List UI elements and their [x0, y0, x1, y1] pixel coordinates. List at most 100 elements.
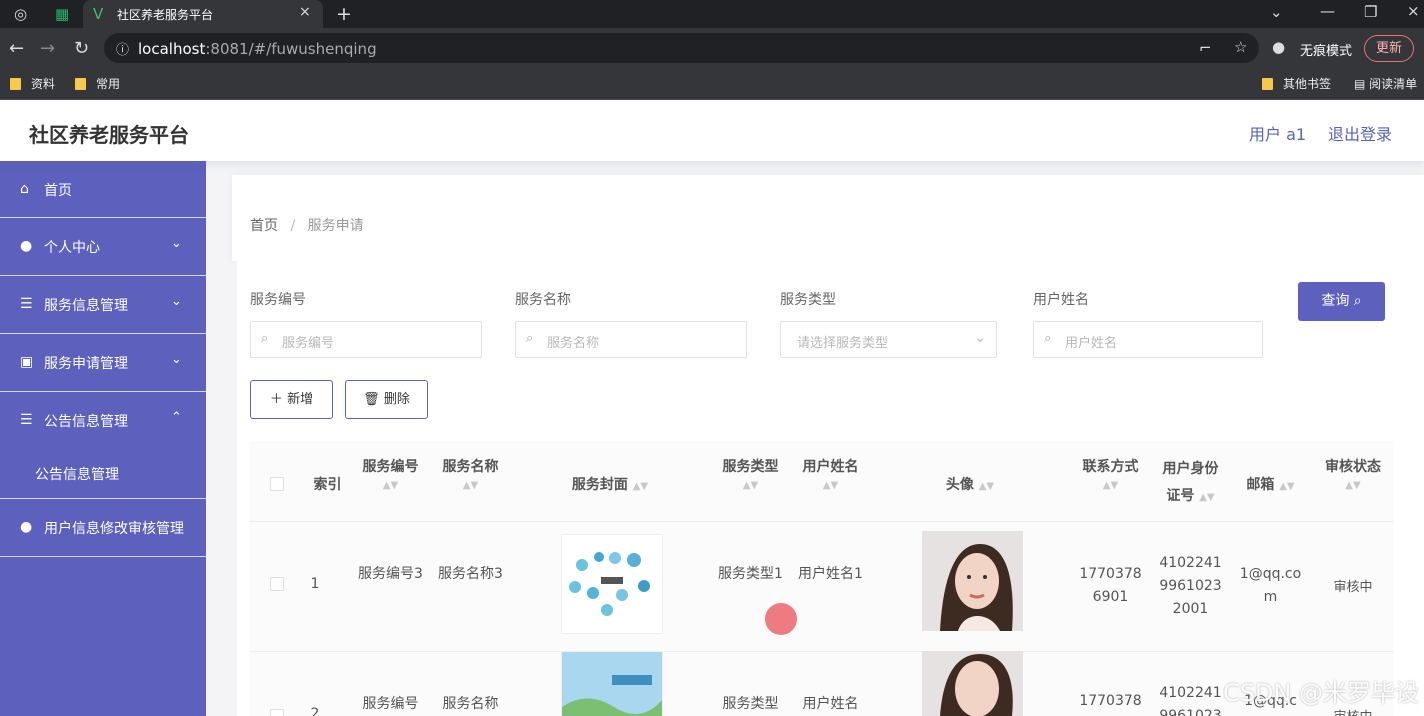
home-icon: ⌂ — [20, 181, 29, 197]
sidebar-item-profile[interactable]: ● 个人中心 ⌄ — [0, 218, 206, 276]
sidebar-item-announcements[interactable]: ☰ 公告信息管理 ⌃ 公告信息管理 — [0, 392, 206, 499]
bookmark-folder-materials[interactable]: 资料 — [10, 75, 55, 92]
sidebar-item-service-application[interactable]: ▣ 服务申请管理 ⌄ — [0, 334, 206, 392]
close-window-icon[interactable]: × — [1407, 2, 1420, 20]
row-index: 2 — [310, 706, 320, 716]
vue-logo-icon: V — [93, 5, 104, 23]
sidebar-item-label: 服务申请管理 — [44, 356, 128, 372]
trash-icon: 🗑 — [363, 392, 380, 407]
sidebar-subitem-announcement-management[interactable]: 公告信息管理 — [35, 464, 119, 484]
query-label: 查询 — [1321, 293, 1350, 309]
back-icon[interactable]: ← — [9, 38, 24, 59]
folder-icon — [75, 78, 86, 90]
header-contact[interactable]: 联系方式 ▲▼ — [1078, 456, 1143, 492]
header-avatar[interactable]: 头像 ▲▼ — [920, 474, 1020, 494]
sort-icon: ▲▼ — [822, 480, 839, 491]
sidebar-item-label: 公告信息管理 — [44, 414, 128, 430]
sort-icon: ▲▼ — [1199, 492, 1215, 503]
restore-window-icon[interactable]: ❐ — [1364, 3, 1377, 21]
forward-icon[interactable]: → — [40, 38, 55, 59]
tab-title: 社区养老服务平台 — [117, 8, 214, 22]
search-icon: ⌕ — [526, 331, 534, 346]
delete-button[interactable]: 🗑 删除 — [345, 380, 428, 419]
search-icon: ⌕ — [261, 331, 269, 346]
chevron-down-icon: ⌄ — [171, 294, 182, 309]
header-user-name[interactable]: 用户姓名 ▲▼ — [798, 456, 863, 492]
service-name-cell: 服务名称3 — [438, 566, 503, 582]
add-button[interactable]: ＋ 新增 — [250, 380, 333, 419]
service-type-placeholder: 请选择服务类型 — [797, 336, 889, 351]
sidebar-item-user-edit-review[interactable]: ● 用户信息修改审核管理 — [0, 499, 206, 557]
user-icon: ● — [20, 238, 33, 254]
row-checkbox[interactable] — [270, 577, 284, 591]
mouse-cursor-highlight — [765, 603, 797, 635]
portrait-icon — [922, 651, 1023, 716]
user-name-cell: 用户姓名1 — [798, 566, 863, 582]
header-service-cover[interactable]: 服务封面 ▲▼ — [550, 474, 670, 494]
table-app-icon[interactable]: ▦ — [55, 5, 69, 23]
bookmark-star-icon[interactable]: ☆ — [1234, 38, 1247, 56]
community-network-icon — [569, 552, 650, 616]
reading-list[interactable]: ▤ 阅读清单 — [1354, 75, 1417, 92]
update-button[interactable]: 更新 — [1364, 35, 1414, 62]
globe-icon[interactable]: ◎ — [14, 5, 27, 23]
active-browser-tab[interactable]: V 社区养老服务平台 × — [83, 0, 323, 28]
chevron-down-icon: ⌄ — [171, 236, 182, 251]
clipboard-icon: ▣ — [20, 354, 34, 370]
sidebar-item-label: 服务信息管理 — [44, 298, 128, 314]
header-service-name[interactable]: 服务名称 ▲▼ — [438, 456, 503, 492]
add-label: 新增 — [287, 392, 314, 407]
close-tab-icon[interactable]: × — [299, 4, 311, 20]
service-number-placeholder: 服务编号 — [282, 336, 335, 351]
sidebar: ⌂ 首页 ● 个人中心 ⌄ ☰ 服务信息管理 ⌄ ▣ 服务申请管理 ⌄ ☰ 公告… — [0, 161, 206, 716]
service-number-cell: 服务编号 — [362, 696, 419, 712]
tab-search-icon[interactable]: ⌄ — [1270, 3, 1283, 21]
new-tab-icon[interactable]: + — [336, 3, 352, 25]
table-row[interactable]: 1 服务编号3 服务名称3 服务类型1 用户姓名1 17703786901 41… — [250, 521, 1394, 651]
breadcrumb-current: 服务申请 — [307, 218, 364, 234]
select-all-checkbox[interactable] — [270, 477, 284, 491]
header-id-card[interactable]: 用户身份证号 ▲▼ — [1158, 456, 1223, 511]
reload-icon[interactable]: ↻ — [74, 38, 89, 59]
service-type-select[interactable]: 请选择服务类型 ⌄ — [780, 321, 997, 358]
sidebar-item-home[interactable]: ⌂ 首页 — [0, 161, 206, 218]
sidebar-item-label: 首页 — [44, 183, 72, 199]
sort-icon: ▲▼ — [1279, 481, 1295, 492]
service-name-cell: 服务名称 — [442, 696, 499, 712]
phone-cell: 17703786901 — [1079, 566, 1142, 605]
bookmark-folder-common[interactable]: 常用 — [75, 75, 120, 92]
breadcrumb-home[interactable]: 首页 — [250, 218, 278, 234]
service-cover-image — [561, 534, 663, 634]
plus-icon: ＋ — [269, 392, 283, 407]
elderly-care-banner-icon — [562, 652, 662, 716]
search-icon: ⌕ — [1044, 331, 1052, 346]
address-bar[interactable]: ⓘ localhost:8081/#/fuwushenqing ⌐ ☆ — [104, 33, 1259, 63]
app-header: 社区养老服务平台 用户 a1 退出登录 — [0, 100, 1424, 161]
minimize-window-icon[interactable]: — — [1320, 2, 1335, 20]
chevron-up-icon: ⌃ — [171, 410, 182, 425]
service-name-input[interactable]: ⌕ 服务名称 — [515, 321, 747, 358]
row-checkbox[interactable] — [270, 709, 284, 716]
key-icon[interactable]: ⌐ — [1199, 39, 1212, 57]
header-service-type[interactable]: 服务类型 ▲▼ — [718, 456, 783, 492]
header-email[interactable]: 邮箱 ▲▼ — [1238, 474, 1303, 494]
bookmarks-bar: 资料 常用 其他书签 ▤ 阅读清单 — [0, 68, 1424, 100]
query-button[interactable]: 查询 ⌕ — [1298, 282, 1385, 321]
service-number-input[interactable]: ⌕ 服务编号 — [250, 321, 482, 358]
menu-icon: ☰ — [20, 412, 33, 428]
header-service-number[interactable]: 服务编号 ▲▼ — [358, 456, 423, 492]
sort-icon: ▲▼ — [382, 480, 399, 491]
user-name-cell: 用户姓名 — [802, 696, 859, 712]
url-text[interactable]: localhost:8081/#/fuwushenqing — [138, 40, 377, 58]
header-index[interactable]: 索引 — [310, 474, 345, 494]
site-info-icon[interactable]: ⓘ — [116, 39, 129, 58]
reading-list-icon: ▤ — [1354, 77, 1370, 91]
main-content: 首页 / 服务申请 服务编号 ⌕ 服务编号 服务名称 ⌕ 服务名称 服务类型 请… — [206, 161, 1424, 716]
other-bookmarks-folder[interactable]: 其他书签 — [1262, 75, 1331, 92]
list-icon: ☰ — [20, 296, 33, 312]
logout-button[interactable]: 退出登录 — [1328, 121, 1392, 145]
sidebar-item-service-info[interactable]: ☰ 服务信息管理 ⌄ — [0, 276, 206, 334]
user-name-input[interactable]: ⌕ 用户姓名 — [1033, 321, 1263, 358]
user-icon: ● — [20, 519, 33, 535]
header-review-status[interactable]: 审核状态 ▲▼ — [1318, 456, 1388, 492]
